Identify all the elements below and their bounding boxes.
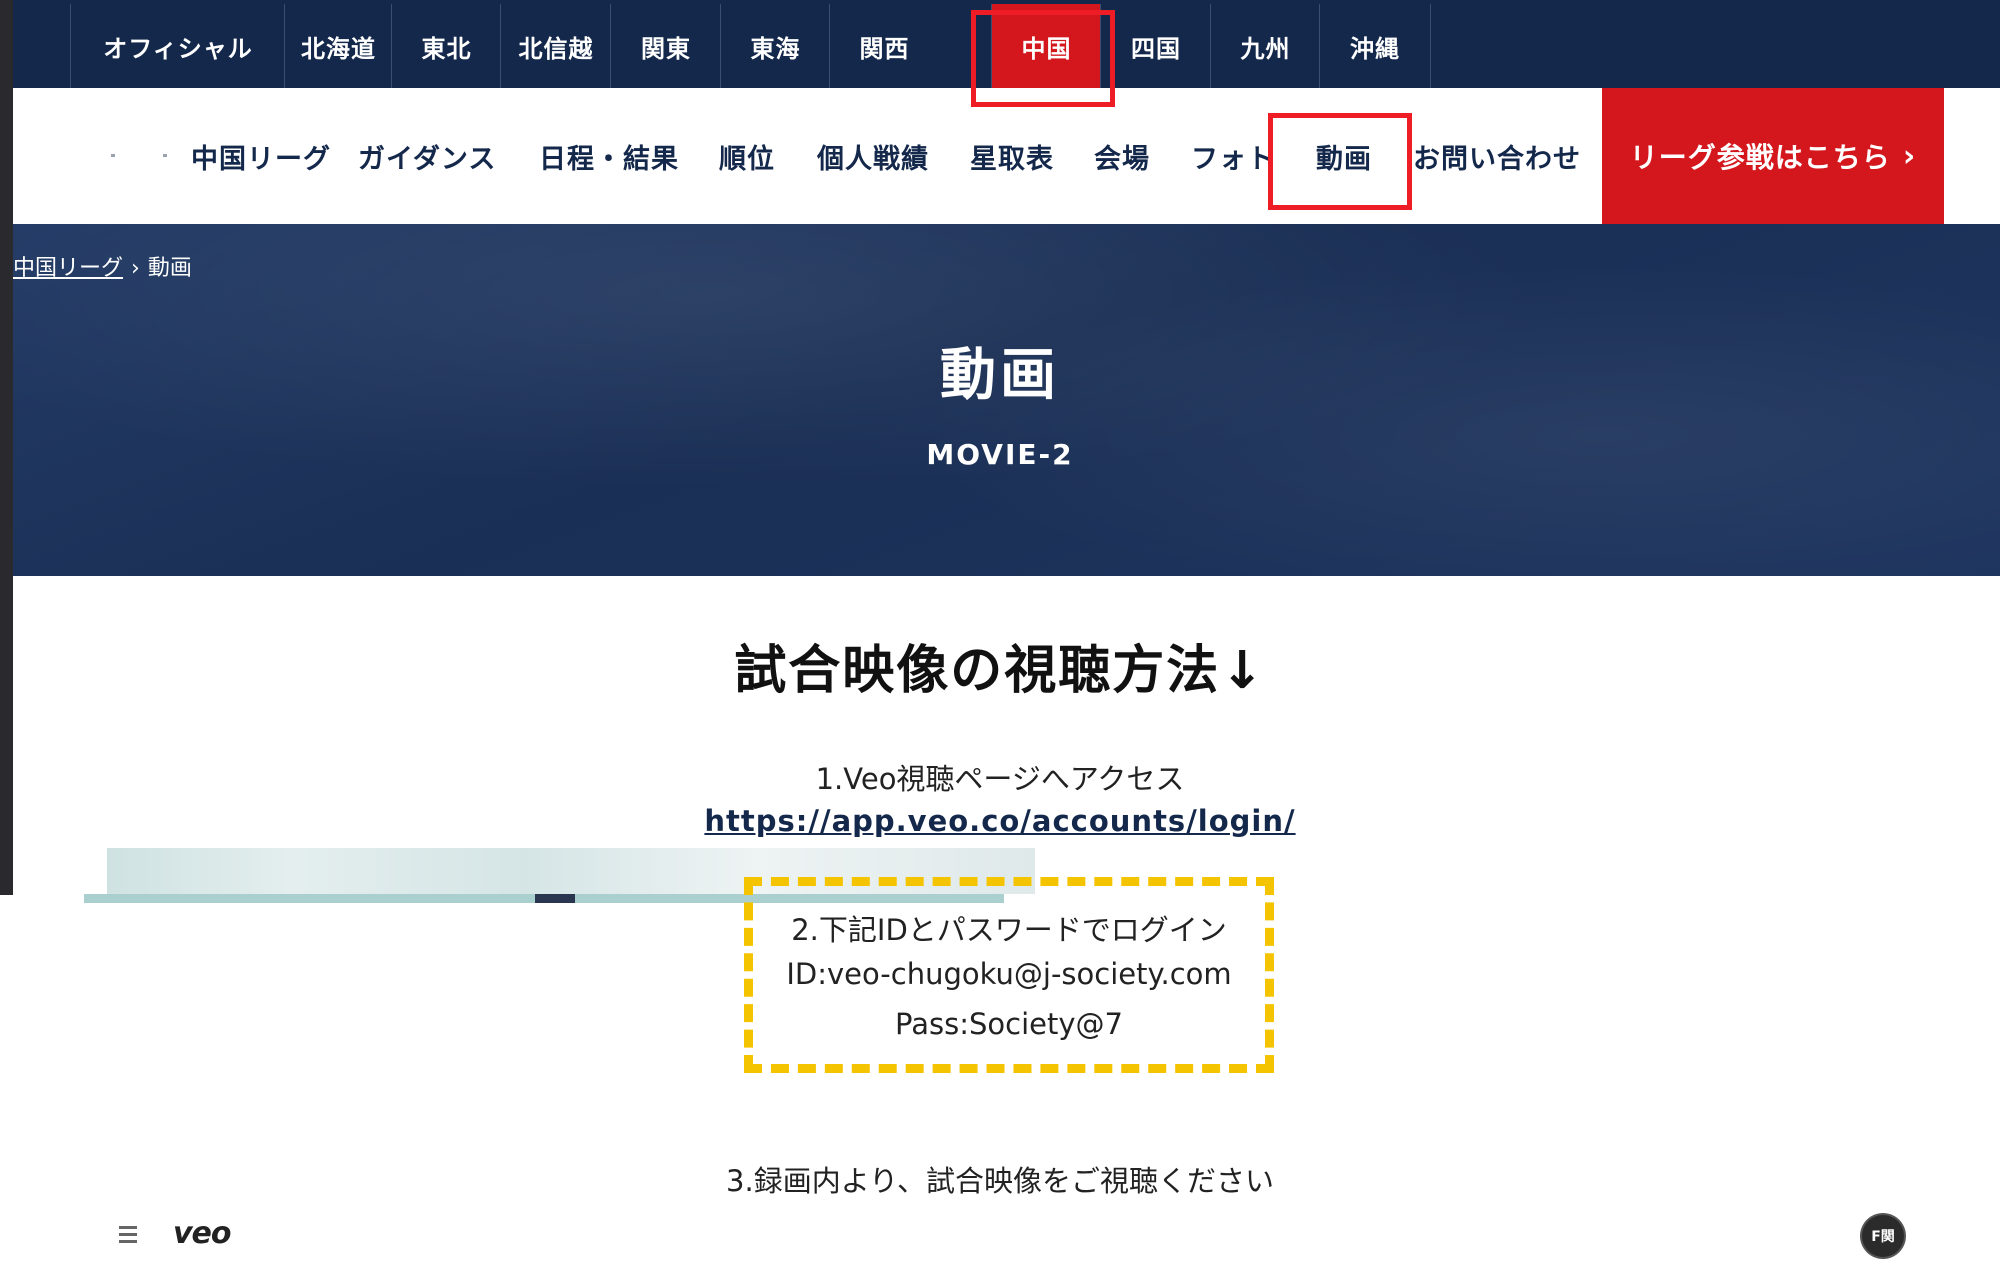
nav-link-contact[interactable]: お問い合わせ	[1413, 88, 1581, 224]
breadcrumb: 中国リーグ › 動画	[13, 250, 192, 282]
nav-link-venue[interactable]: 会場	[1094, 88, 1150, 224]
join-league-label: リーグ参戦はこちら	[1629, 141, 1891, 174]
region-tab-tohoku[interactable]: 東北	[391, 4, 501, 88]
breadcrumb-home-link[interactable]: 中国リーグ	[13, 256, 123, 281]
nav-link-results-table[interactable]: 星取表	[970, 88, 1054, 224]
breadcrumb-separator: ›	[131, 256, 140, 281]
nav-spacer	[1944, 88, 2000, 224]
nav-link-video[interactable]: 動画	[1316, 88, 1372, 224]
region-nav: オフィシャル 北海道 東北 北信越 関東 東海 関西 中国 四国 九州 沖縄	[13, 0, 2000, 88]
section-title: 試合映像の視聴方法↓	[734, 641, 1266, 701]
veo-logo: veo	[173, 1216, 232, 1251]
region-tab-official[interactable]: オフィシャル	[70, 4, 285, 88]
blurred-image-detail	[535, 894, 575, 903]
region-tab-chugoku[interactable]: 中国	[991, 4, 1101, 88]
join-league-button[interactable]: リーグ参戦はこちら ›	[1602, 88, 1944, 224]
region-tab-hokkaido[interactable]: 北海道	[284, 4, 392, 88]
nav-link-schedule[interactable]: 日程・結果	[539, 88, 679, 224]
chevron-right-icon: ›	[1902, 138, 1917, 174]
nav-dot	[111, 154, 115, 157]
region-tab-kyushu[interactable]: 九州	[1210, 4, 1320, 88]
nav-link-standings[interactable]: 順位	[719, 88, 775, 224]
login-pass-text: Pass:Society@7	[895, 1007, 1123, 1041]
breadcrumb-current: 動画	[147, 256, 192, 281]
region-tab-hokushinetsu[interactable]: 北信越	[500, 4, 611, 88]
nav-link-photo[interactable]: フォト	[1191, 88, 1275, 224]
nav-dot	[163, 154, 167, 157]
nav-link-stats[interactable]: 個人戦績	[817, 88, 929, 224]
nav-link-guidance[interactable]: ガイダンス	[358, 88, 496, 224]
login-id-text: ID:veo-chugoku@j-society.com	[786, 957, 1232, 991]
step-2-text: 2.下記IDとパスワードでログイン	[791, 913, 1227, 947]
user-avatar[interactable]: F関	[1862, 1215, 1904, 1257]
region-tab-shikoku[interactable]: 四国	[1100, 4, 1211, 88]
region-tab-kansai[interactable]: 関西	[829, 4, 939, 88]
step-1-text: 1.Veo視聴ページへアクセス	[815, 762, 1185, 796]
nav-link-league-home[interactable]: 中国リーグ	[191, 88, 331, 224]
page-title: 動画	[940, 343, 1060, 408]
region-tab-tokai[interactable]: 東海	[720, 4, 830, 88]
hamburger-menu-icon[interactable]	[119, 1226, 137, 1247]
step-3-text: 3.録画内より、試合映像をご視聴ください	[726, 1164, 1274, 1198]
region-tab-okinawa[interactable]: 沖縄	[1319, 4, 1431, 88]
region-tab-kanto[interactable]: 関東	[610, 4, 721, 88]
veo-login-link[interactable]: https://app.veo.co/accounts/login/	[0, 804, 2000, 838]
page-subtitle: MOVIE-2	[926, 438, 1074, 471]
